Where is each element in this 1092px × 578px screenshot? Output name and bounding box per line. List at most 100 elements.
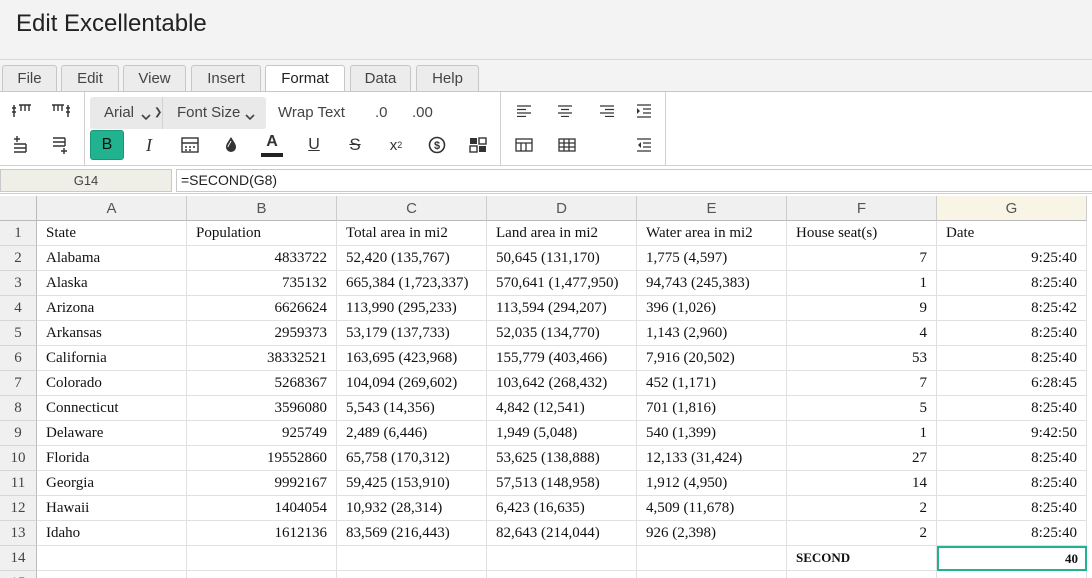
fill-color-icon[interactable] <box>214 130 248 160</box>
table-cell[interactable]: 6626624 <box>187 296 337 321</box>
table-cell[interactable]: 83,569 (216,443) <box>337 521 487 546</box>
bold-button[interactable]: B <box>90 130 124 160</box>
column-header-f[interactable]: F <box>787 196 937 221</box>
conditional-format-icon[interactable] <box>461 130 495 160</box>
table-cell[interactable]: 12,133 (31,424) <box>637 446 787 471</box>
table-cell[interactable]: 2 <box>787 521 937 546</box>
table-cell[interactable]: 4,842 (12,541) <box>487 396 637 421</box>
table-cell[interactable]: 8:25:40 <box>937 346 1087 371</box>
table-cell[interactable]: 163,695 (423,968) <box>337 346 487 371</box>
table-cell[interactable] <box>637 571 787 578</box>
strikethrough-button[interactable]: S <box>338 130 372 160</box>
table-cell[interactable] <box>337 546 487 571</box>
table-cell[interactable]: 701 (1,816) <box>637 396 787 421</box>
column-header-c[interactable]: C <box>337 196 487 221</box>
table-cell[interactable]: 103,642 (268,432) <box>487 371 637 396</box>
tab-data[interactable]: Data <box>350 65 411 92</box>
table-cell[interactable]: Water area in mi2 <box>637 221 787 246</box>
table-cell[interactable]: Population <box>187 221 337 246</box>
borders-icon[interactable] <box>507 130 541 160</box>
table-cell[interactable]: Date <box>937 221 1087 246</box>
column-header-a[interactable]: A <box>37 196 187 221</box>
table-cell[interactable]: 27 <box>787 446 937 471</box>
table-cell[interactable]: 52,420 (135,767) <box>337 246 487 271</box>
row-header[interactable]: 8 <box>0 396 37 421</box>
tab-edit[interactable]: Edit <box>61 65 119 92</box>
table-cell[interactable]: Georgia <box>37 471 187 496</box>
table-cell[interactable]: 10,932 (28,314) <box>337 496 487 521</box>
table-cell[interactable]: 1,775 (4,597) <box>637 246 787 271</box>
table-cell[interactable]: 1404054 <box>187 496 337 521</box>
table-cell[interactable]: 452 (1,171) <box>637 371 787 396</box>
font-family-select[interactable]: Arial ❯ <box>104 97 166 129</box>
wrap-text-button[interactable]: Wrap Text <box>278 97 345 129</box>
align-left-icon[interactable] <box>507 96 541 126</box>
table-cell[interactable]: 8:25:40 <box>937 496 1087 521</box>
table-cell[interactable]: 113,594 (294,207) <box>487 296 637 321</box>
table-cell[interactable]: 4,509 (11,678) <box>637 496 787 521</box>
table-cell[interactable]: State <box>37 221 187 246</box>
insert-column-right-icon[interactable] <box>44 96 78 126</box>
table-cell[interactable]: 9:25:40 <box>937 246 1087 271</box>
table-cell[interactable]: 8:25:42 <box>937 296 1087 321</box>
tab-insert[interactable]: Insert <box>191 65 261 92</box>
table-cell[interactable]: Arizona <box>37 296 187 321</box>
table-cell[interactable]: 540 (1,399) <box>637 421 787 446</box>
table-cell[interactable]: 14 <box>787 471 937 496</box>
table-cell[interactable]: 7,916 (20,502) <box>637 346 787 371</box>
table-cell[interactable]: 52,035 (134,770) <box>487 321 637 346</box>
row-header[interactable]: 4 <box>0 296 37 321</box>
table-cell[interactable]: 5,543 (14,356) <box>337 396 487 421</box>
table-cell[interactable]: 1,912 (4,950) <box>637 471 787 496</box>
table-cell[interactable]: 8:25:40 <box>937 321 1087 346</box>
outdent-icon[interactable] <box>627 130 661 160</box>
table-cell[interactable]: Total area in mi2 <box>337 221 487 246</box>
table-cell[interactable]: 396 (1,026) <box>637 296 787 321</box>
table-cell[interactable]: 925749 <box>187 421 337 446</box>
table-cell[interactable]: 2 <box>787 496 937 521</box>
font-color-button[interactable]: A <box>255 130 289 160</box>
table-cell[interactable] <box>187 546 337 571</box>
table-cell[interactable]: 570,641 (1,477,950) <box>487 271 637 296</box>
table-cell[interactable]: 8:25:40 <box>937 446 1087 471</box>
table-cell[interactable]: Idaho <box>37 521 187 546</box>
table-cell[interactable]: 50,645 (131,170) <box>487 246 637 271</box>
select-all-corner[interactable] <box>0 196 37 221</box>
table-cell[interactable]: 7 <box>787 246 937 271</box>
table-cell[interactable]: Delaware <box>37 421 187 446</box>
table-cell[interactable]: 9992167 <box>187 471 337 496</box>
table-cell[interactable]: 94,743 (245,383) <box>637 271 787 296</box>
table-cell[interactable]: 5268367 <box>187 371 337 396</box>
table-cell[interactable]: Connecticut <box>37 396 187 421</box>
table-cell[interactable]: 57,513 (148,958) <box>487 471 637 496</box>
insert-row-above-icon[interactable] <box>5 130 39 160</box>
table-cell[interactable]: 113,990 (295,233) <box>337 296 487 321</box>
table-cell[interactable]: 9:42:50 <box>937 421 1087 446</box>
column-header-g[interactable]: G <box>937 196 1087 221</box>
table-cell[interactable]: House seat(s) <box>787 221 937 246</box>
table-cell[interactable]: 665,384 (1,723,337) <box>337 271 487 296</box>
italic-button[interactable]: I <box>132 130 166 160</box>
cell-format-icon[interactable] <box>173 130 207 160</box>
row-header[interactable]: 6 <box>0 346 37 371</box>
column-header-e[interactable]: E <box>637 196 787 221</box>
table-cell[interactable]: 53,625 (138,888) <box>487 446 637 471</box>
insert-row-below-icon[interactable] <box>44 130 78 160</box>
row-header[interactable]: 15 <box>0 571 37 578</box>
merge-cells-icon[interactable] <box>550 130 584 160</box>
table-cell[interactable]: 1 <box>787 271 937 296</box>
table-cell[interactable]: 9 <box>787 296 937 321</box>
column-header-b[interactable]: B <box>187 196 337 221</box>
table-cell[interactable] <box>37 571 187 578</box>
superscript-button[interactable]: x2 <box>379 130 413 160</box>
table-cell[interactable] <box>487 571 637 578</box>
table-cell[interactable]: 4 <box>787 321 937 346</box>
table-cell[interactable] <box>487 546 637 571</box>
align-center-icon[interactable] <box>548 96 582 126</box>
table-cell[interactable]: 82,643 (214,044) <box>487 521 637 546</box>
table-cell[interactable]: 1 <box>787 421 937 446</box>
decrease-decimal-button[interactable]: .0 <box>375 97 388 129</box>
row-header[interactable]: 1 <box>0 221 37 246</box>
table-cell[interactable]: Arkansas <box>37 321 187 346</box>
table-cell[interactable] <box>637 546 787 571</box>
